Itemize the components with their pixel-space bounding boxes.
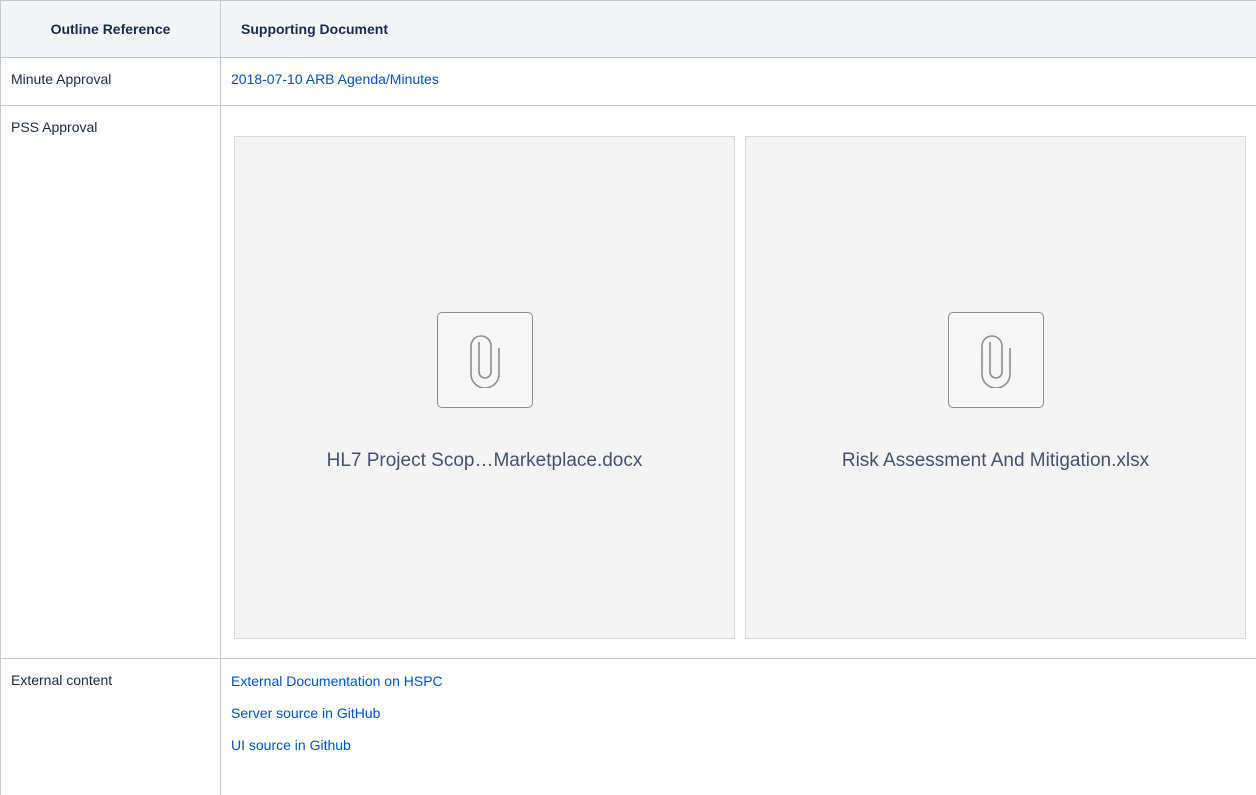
table-row: Minute Approval 2018-07-10 ARB Agenda/Mi…	[0, 57, 1256, 106]
supporting-documents-table: Outline Reference Supporting Document Mi…	[0, 0, 1256, 795]
list-item: External Documentation on HSPC	[231, 672, 1246, 704]
attachment-card-risk-assessment-xlsx[interactable]: Risk Assessment And Mitigation.xlsx	[745, 136, 1246, 639]
link-arb-agenda-minutes[interactable]: 2018-07-10 ARB Agenda/Minutes	[231, 71, 439, 87]
list-item: UI source in Github	[231, 736, 1246, 768]
row-label-external-content: External content	[0, 658, 221, 795]
row-label-minute-approval: Minute Approval	[0, 57, 221, 106]
external-links-list: External Documentation on HSPC Server so…	[231, 672, 1246, 768]
link-server-source-github[interactable]: Server source in GitHub	[231, 705, 380, 721]
table-header-row: Outline Reference Supporting Document	[0, 0, 1256, 58]
row-label-pss-approval: PSS Approval	[0, 105, 221, 659]
link-ui-source-github[interactable]: UI source in Github	[231, 737, 351, 753]
table-row: External content External Documentation …	[0, 658, 1256, 795]
attachment-cards: HL7 Project Scop…Marketplace.docx Risk A…	[234, 136, 1246, 639]
attachment-filename: HL7 Project Scop…Marketplace.docx	[326, 450, 643, 471]
list-item: Server source in GitHub	[231, 704, 1246, 736]
attachment-filename: Risk Assessment And Mitigation.xlsx	[841, 450, 1150, 471]
link-external-documentation-hspc[interactable]: External Documentation on HSPC	[231, 673, 443, 689]
paperclip-icon	[436, 312, 533, 408]
row-content-pss-approval: HL7 Project Scop…Marketplace.docx Risk A…	[220, 105, 1256, 659]
paperclip-icon	[947, 312, 1044, 408]
row-content-minute-approval: 2018-07-10 ARB Agenda/Minutes	[220, 57, 1256, 106]
header-supporting-document: Supporting Document	[220, 0, 1256, 58]
table-row: PSS Approval HL7 Project Scop…Marketplac…	[0, 105, 1256, 659]
row-content-external-content: External Documentation on HSPC Server so…	[220, 658, 1256, 795]
header-outline-reference: Outline Reference	[0, 0, 221, 58]
page: Outline Reference Supporting Document Mi…	[0, 0, 1256, 795]
attachment-card-project-scope-docx[interactable]: HL7 Project Scop…Marketplace.docx	[234, 136, 735, 639]
